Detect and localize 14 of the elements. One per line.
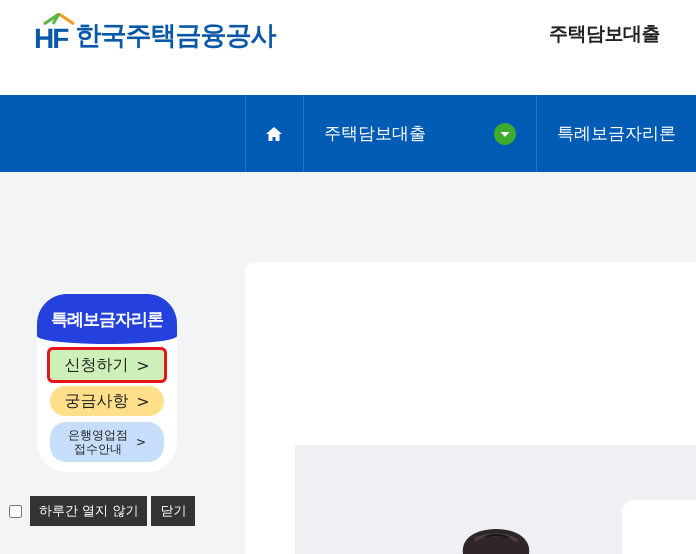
- dont-show-today-button[interactable]: 하루간 열지 않기: [30, 496, 148, 526]
- checkbox[interactable]: [9, 504, 22, 518]
- roof-icon: [43, 12, 75, 24]
- home-icon: [265, 126, 284, 142]
- close-button[interactable]: 닫기: [151, 496, 196, 526]
- nav-link[interactable]: 특례보금자리론: [536, 95, 696, 172]
- popup-title: 특례보금자리론: [37, 294, 177, 344]
- page-title: 주택담보대출: [549, 22, 660, 46]
- logo-mark: HF: [34, 16, 68, 54]
- dropdown-icon: [494, 122, 516, 144]
- logo-text: 한국주택금융공사: [75, 20, 276, 53]
- popup-link-button[interactable]: 궁금사항 >: [50, 386, 164, 416]
- popup-link-button[interactable]: 신청하기 >: [50, 350, 164, 380]
- nav-dropdown[interactable]: 주택담보대출: [302, 95, 536, 172]
